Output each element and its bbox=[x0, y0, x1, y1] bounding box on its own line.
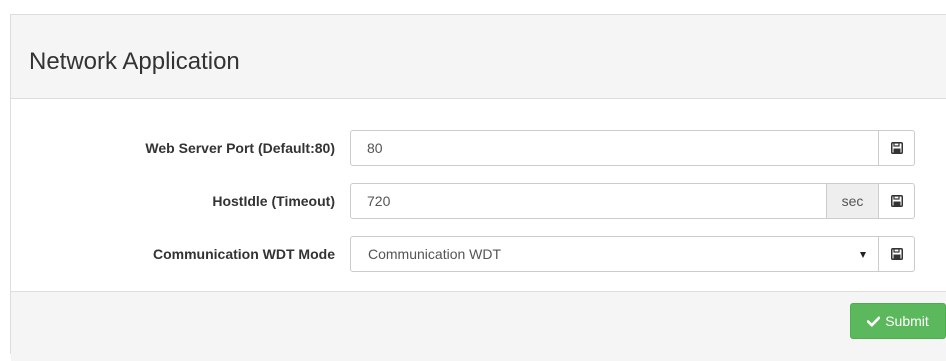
comm-wdt-mode-selected-value: Communication WDT bbox=[368, 246, 502, 262]
comm-wdt-mode-label: Communication WDT Mode bbox=[153, 246, 335, 262]
panel-footer: Submit bbox=[11, 291, 946, 361]
floppy-disk-icon bbox=[890, 142, 903, 154]
comm-wdt-mode-save-button[interactable] bbox=[879, 236, 915, 272]
web-server-port-input-group bbox=[350, 130, 915, 166]
checkmark-icon bbox=[867, 316, 881, 326]
floppy-disk-icon bbox=[890, 195, 903, 207]
host-idle-input[interactable] bbox=[350, 183, 827, 219]
submit-button[interactable]: Submit bbox=[850, 303, 946, 339]
comm-wdt-mode-select[interactable]: Communication WDT bbox=[350, 236, 879, 272]
host-idle-label: HostIdle (Timeout) bbox=[212, 193, 335, 209]
panel-heading: Network Application bbox=[11, 15, 946, 99]
seconds-unit-addon: sec bbox=[827, 183, 879, 219]
web-server-port-row: Web Server Port (Default:80) bbox=[11, 130, 937, 166]
web-server-port-input[interactable] bbox=[350, 130, 879, 166]
network-application-panel: Network Application Web Server Port (Def… bbox=[10, 14, 946, 361]
dropdown-arrow-icon bbox=[860, 252, 866, 258]
floppy-disk-icon bbox=[890, 248, 903, 260]
host-idle-row: HostIdle (Timeout) sec bbox=[11, 183, 937, 219]
host-idle-save-button[interactable] bbox=[879, 183, 915, 219]
web-server-port-save-button[interactable] bbox=[879, 130, 915, 166]
submit-label: Submit bbox=[885, 313, 929, 329]
comm-wdt-mode-row: Communication WDT Mode Communication WDT bbox=[11, 236, 937, 272]
panel-title: Network Application bbox=[29, 47, 240, 75]
web-server-port-label: Web Server Port (Default:80) bbox=[145, 140, 335, 156]
host-idle-input-group: sec bbox=[350, 183, 915, 219]
comm-wdt-mode-input-group: Communication WDT bbox=[350, 236, 915, 272]
panel-body: Web Server Port (Default:80) HostIdle (T… bbox=[11, 99, 946, 291]
